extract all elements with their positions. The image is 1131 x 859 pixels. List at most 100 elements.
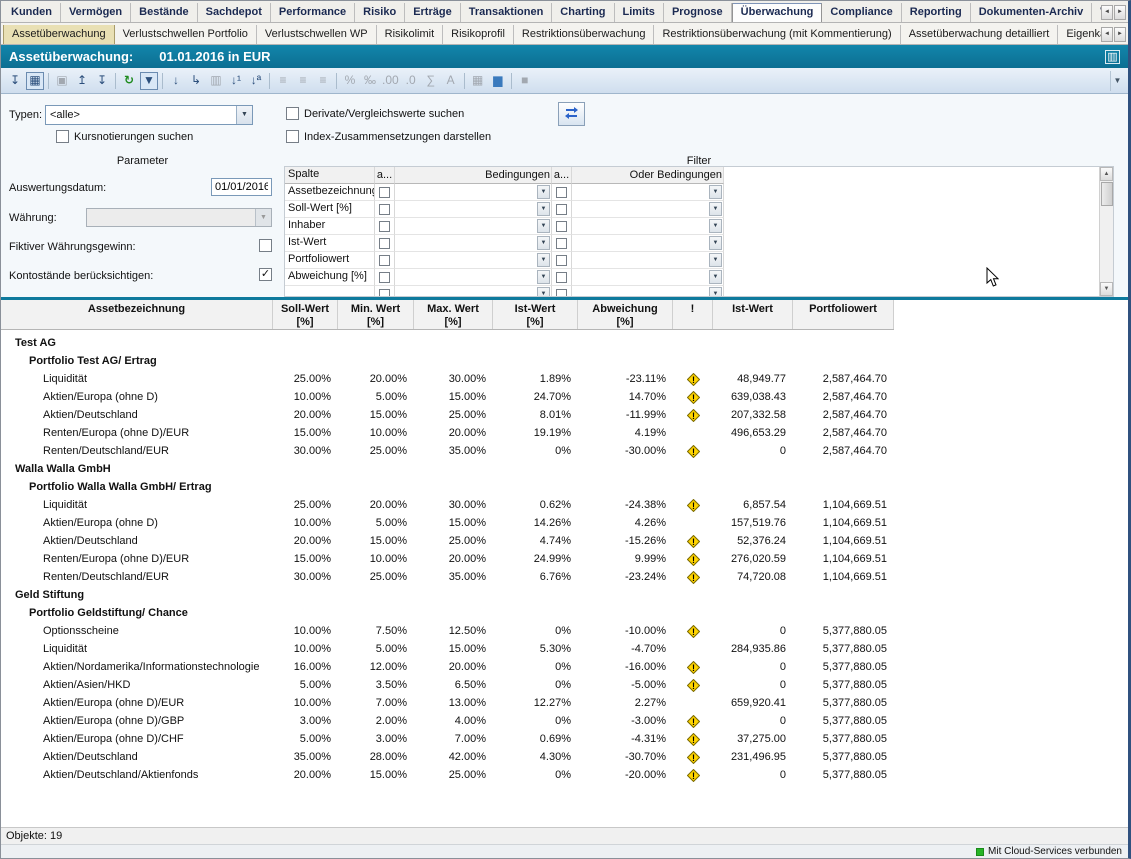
filter-and-checkbox[interactable]	[379, 289, 390, 298]
filter-and-checkbox[interactable]	[379, 221, 390, 232]
refresh-icon[interactable]: ↻	[120, 72, 138, 90]
column-header-ist-wert[interactable]: Ist-Wert	[713, 300, 793, 329]
chart-view-icon[interactable]: ▦	[26, 72, 44, 90]
main-tab-risiko[interactable]: Risiko	[355, 3, 405, 22]
sub-tab-risikoprofil[interactable]: Risikoprofil	[443, 25, 514, 44]
asset-row[interactable]: Liquidität25.00%20.00%30.00%1.89%-23.11%…	[1, 370, 1128, 388]
portfolio-row[interactable]: Portfolio Walla Walla GmbH/ Ertrag	[1, 478, 1128, 496]
main-tab-kunden[interactable]: Kunden	[3, 3, 61, 22]
tab-scroll-right-button[interactable]: ►	[1114, 27, 1126, 42]
asset-row[interactable]: Liquidität10.00%5.00%15.00%5.30%-4.70%28…	[1, 640, 1128, 658]
chevron-down-icon[interactable]: ▼	[537, 253, 550, 267]
titlebar-layout-icon[interactable]: ▥	[1105, 50, 1120, 64]
column-header-warn[interactable]: !	[673, 300, 713, 329]
main-tab-compliance[interactable]: Compliance	[822, 3, 901, 22]
or-condition-dropdown[interactable]: ▼	[573, 185, 722, 199]
or-condition-dropdown[interactable]: ▼	[573, 219, 722, 233]
derivate-checkbox[interactable]: Derivate/Vergleichswerte suchen	[286, 107, 464, 120]
portfolio-row[interactable]: Portfolio Geldstiftung/ Chance	[1, 604, 1128, 622]
chevron-down-icon[interactable]: ▼	[709, 236, 722, 250]
asset-row[interactable]: Optionsscheine10.00%7.50%12.50%0%-10.00%…	[1, 622, 1128, 640]
scrollbar-thumb[interactable]	[1101, 182, 1113, 206]
filter-row[interactable]: Soll-Wert [%]▼▼	[285, 201, 724, 218]
filter-or-checkbox[interactable]	[556, 289, 567, 298]
filter-row[interactable]: Portfoliowert▼▼	[285, 252, 724, 269]
or-condition-dropdown[interactable]: ▼	[573, 270, 722, 284]
filter-row[interactable]: Inhaber▼▼	[285, 218, 724, 235]
kursnotierungen-checkbox-box[interactable]	[56, 130, 69, 143]
main-tab-performance[interactable]: Performance	[271, 3, 355, 22]
main-tab-sachdepot[interactable]: Sachdepot	[198, 3, 271, 22]
filter-row[interactable]: Assetbezeichnung▼▼	[285, 184, 724, 201]
condition-dropdown[interactable]: ▼	[396, 270, 550, 284]
scroll-up-icon[interactable]: ▲	[1100, 167, 1113, 181]
sort-alpha-icon[interactable]: ↓ª	[247, 72, 265, 90]
sub-tab-restriktionsüberwachung[interactable]: Restriktionsüberwachung	[514, 25, 655, 44]
toolbar-overflow-icon[interactable]: ▼	[1110, 71, 1124, 91]
sub-tab-assetüberwachung-detailliert[interactable]: Assetüberwachung detailliert	[901, 25, 1059, 44]
chevron-down-icon[interactable]: ▼	[709, 287, 722, 297]
filter-or-checkbox[interactable]	[556, 255, 567, 266]
sub-tab-assetüberwachung[interactable]: Assetüberwachung	[3, 25, 115, 44]
column-header-max-wert[interactable]: Max. Wert[%]	[414, 300, 493, 329]
auswertungsdatum-input[interactable]	[211, 178, 272, 196]
asset-row[interactable]: Aktien/Deutschland20.00%15.00%25.00%4.74…	[1, 532, 1128, 550]
condition-dropdown[interactable]: ▼	[396, 253, 550, 267]
column-header-portfoliowert[interactable]: Portfoliowert	[793, 300, 894, 329]
filter-and-checkbox[interactable]	[379, 272, 390, 283]
chevron-down-icon[interactable]: ▼	[709, 219, 722, 233]
column-header-abweichung[interactable]: Abweichung[%]	[578, 300, 673, 329]
asset-row[interactable]: Renten/Europa (ohne D)/EUR15.00%10.00%20…	[1, 424, 1128, 442]
index-checkbox[interactable]: Index-Zusammensetzungen darstellen	[286, 130, 491, 143]
insert-row-icon[interactable]: ↓	[167, 72, 185, 90]
refresh-button[interactable]	[558, 102, 585, 126]
chevron-down-icon[interactable]: ▼	[236, 106, 252, 124]
client-row[interactable]: Walla Walla GmbH	[1, 460, 1128, 478]
main-tab-vermögen[interactable]: Vermögen	[61, 3, 131, 22]
derivate-checkbox-box[interactable]	[286, 107, 299, 120]
or-condition-dropdown[interactable]: ▼	[573, 253, 722, 267]
or-condition-dropdown[interactable]: ▼	[573, 202, 722, 216]
filter-or-checkbox[interactable]	[556, 238, 567, 249]
filter-icon[interactable]: ▼	[140, 72, 158, 90]
tab-scroll-left-button[interactable]: ◄	[1101, 27, 1113, 42]
main-tab-prognose[interactable]: Prognose	[664, 3, 732, 22]
column-header-ist-wert-pct[interactable]: Ist-Wert[%]	[493, 300, 578, 329]
chevron-down-icon[interactable]: ▼	[537, 185, 550, 199]
main-tab-erträge[interactable]: Erträge	[405, 3, 461, 22]
filter-row[interactable]: Abweichung [%]▼▼	[285, 269, 724, 286]
main-tab-dokumenten-archiv[interactable]: Dokumenten-Archiv	[971, 3, 1093, 22]
chart-icon[interactable]: ▆	[489, 72, 507, 90]
filter-or-checkbox[interactable]	[556, 187, 567, 198]
filter-or-checkbox[interactable]	[556, 272, 567, 283]
client-row[interactable]: Geld Stiftung	[1, 586, 1128, 604]
main-tab-limits[interactable]: Limits	[615, 3, 664, 22]
typen-select[interactable]: <alle> ▼	[45, 105, 253, 125]
filter-and-checkbox[interactable]	[379, 187, 390, 198]
chevron-down-icon[interactable]: ▼	[709, 185, 722, 199]
chevron-down-icon[interactable]: ▼	[709, 253, 722, 267]
expand-rows-icon[interactable]: ↧	[93, 72, 111, 90]
column-header-soll-wert[interactable]: Soll-Wert[%]	[273, 300, 338, 329]
condition-dropdown[interactable]: ▼	[396, 219, 550, 233]
column-header-assetbezeichnung[interactable]: Assetbezeichnung	[1, 300, 273, 329]
main-tab-charting[interactable]: Charting	[552, 3, 614, 22]
filter-and-checkbox[interactable]	[379, 255, 390, 266]
or-condition-dropdown[interactable]: ▼	[573, 287, 722, 297]
kursnotierungen-checkbox[interactable]: Kursnotierungen suchen	[56, 130, 193, 143]
filter-and-checkbox[interactable]	[379, 204, 390, 215]
collapse-rows-icon[interactable]: ↥	[73, 72, 91, 90]
main-tab-bestände[interactable]: Bestände	[131, 3, 198, 22]
sub-tab-verlustschwellen-portfolio[interactable]: Verlustschwellen Portfolio	[115, 25, 257, 44]
filter-scrollbar[interactable]: ▲ ▼	[1099, 167, 1113, 296]
main-tab-überwachung[interactable]: Überwachung	[732, 3, 823, 22]
sub-tab-restriktionsüberwachung-mit-kommentierung[interactable]: Restriktionsüberwachung (mit Kommentieru…	[654, 25, 900, 44]
tab-scroll-right-button[interactable]: ►	[1114, 5, 1126, 20]
main-tab-reporting[interactable]: Reporting	[902, 3, 971, 22]
main-tab-transaktionen[interactable]: Transaktionen	[461, 3, 553, 22]
kontostaende-checkbox[interactable]: ✓	[259, 268, 272, 281]
chevron-down-icon[interactable]: ▼	[709, 270, 722, 284]
column-header-min-wert[interactable]: Min. Wert[%]	[338, 300, 414, 329]
asset-row[interactable]: Aktien/Nordamerika/Informationstechnolog…	[1, 658, 1128, 676]
sub-tab-eigenkapital[interactable]: Eigenkapital	[1058, 25, 1102, 44]
